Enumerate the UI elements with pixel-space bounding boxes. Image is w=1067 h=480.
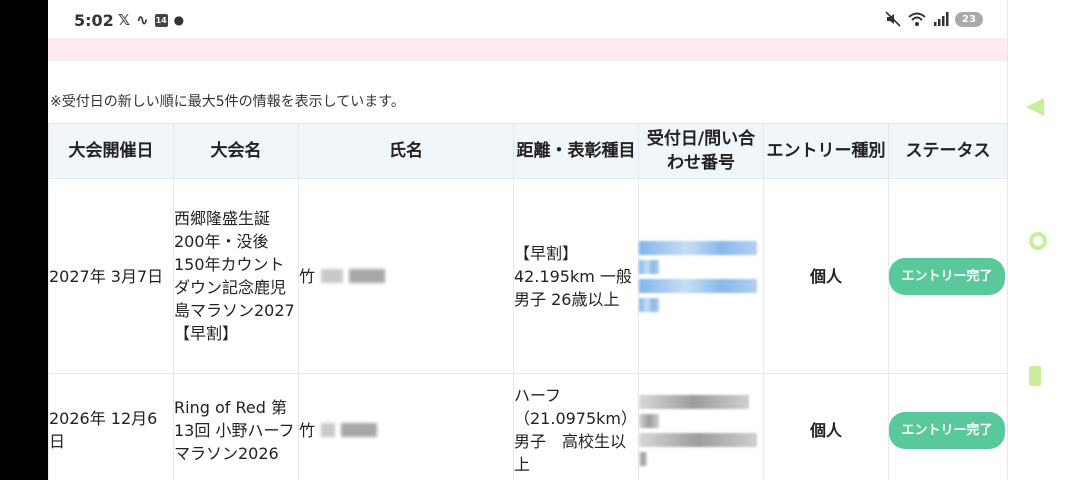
browser-content: 5:02 𝕏 ∿ 14 ● 23 ※受付日の新しい順に最大5件の情報を表示してい… — [48, 0, 1007, 480]
row-name-prefix: 竹 — [299, 266, 316, 286]
row-received-number — [638, 178, 764, 374]
row-name: 竹 — [298, 373, 514, 480]
status-time: 5:02 — [74, 11, 114, 30]
redacted-name-block — [321, 423, 336, 437]
row-entry-type: 個人 — [763, 373, 889, 480]
x-icon: 𝕏 — [118, 11, 131, 29]
table-header-row: 大会開催日 大会名 氏名 距離・表彰種目 受付日/問い合わせ番号 エントリー種別… — [48, 123, 1007, 179]
row-name: 竹 — [298, 178, 514, 374]
redacted-number-line — [639, 278, 757, 293]
row-date: 2027年 3月7日 — [48, 178, 174, 374]
row-status: エントリー完了 — [888, 373, 1007, 480]
redacted-name-block — [349, 269, 386, 283]
status-badge[interactable]: エントリー完了 — [889, 257, 1005, 295]
header-status: ステータス — [888, 123, 1007, 179]
system-icons: 23 — [885, 11, 983, 27]
row-name-prefix: 竹 — [299, 420, 316, 440]
row-event-name: Ring of Red 第13回 小野ハーフマラソン2026 — [173, 373, 299, 480]
row-entry-type: 個人 — [763, 178, 889, 374]
left-black-margin — [0, 0, 48, 480]
header-event-date: 大会開催日 — [48, 123, 174, 179]
redacted-name-block — [321, 269, 344, 283]
row-received-number — [638, 373, 764, 480]
redacted-number-line — [639, 297, 659, 312]
table-row: 2026年 12月6日 Ring of Red 第13回 小野ハーフマラソン20… — [48, 373, 1007, 480]
battery-icon: 23 — [955, 11, 983, 27]
header-entry-type: エントリー種別 — [763, 123, 889, 179]
signal-icon — [934, 12, 949, 26]
row-distance: ハーフ（21.0975km）男子 高校生以上 — [513, 373, 639, 480]
row-status: エントリー完了 — [888, 178, 1007, 374]
status-badge[interactable]: エントリー完了 — [889, 411, 1005, 449]
table-row: 2027年 3月7日 西郷隆盛生誕200年・没後150年カウントダウン記念鹿児島… — [48, 178, 1007, 374]
header-name: 氏名 — [298, 123, 514, 179]
notice-text: ※受付日の新しい順に最大5件の情報を表示しています。 — [50, 94, 405, 110]
redacted-number-line — [639, 394, 749, 409]
redacted-number-line — [639, 259, 659, 274]
redacted-name-block — [341, 423, 378, 437]
header-event-name: 大会名 — [173, 123, 299, 179]
activity-icon: ∿ — [136, 11, 149, 29]
redacted-number-line — [639, 240, 757, 255]
redacted-number-line — [639, 451, 647, 466]
pink-banner — [48, 38, 1007, 61]
more-dot-icon: ● — [173, 13, 185, 27]
back-triangle-icon[interactable] — [1026, 98, 1044, 116]
row-distance: 【早割】42.195km 一般男子 26歳以上 — [513, 178, 639, 374]
row-event-name: 西郷隆盛生誕200年・没後150年カウントダウン記念鹿児島マラソン2027【早割… — [173, 178, 299, 374]
mute-icon — [885, 11, 901, 27]
notification-icons: 𝕏 ∿ 14 ● — [118, 11, 184, 29]
status-bar: 5:02 𝕏 ∿ 14 ● 23 — [48, 0, 1007, 38]
redacted-number-line — [639, 432, 757, 447]
redacted-number-line — [639, 413, 659, 428]
recent-apps-icon[interactable] — [1029, 366, 1041, 386]
row-date: 2026年 12月6日 — [48, 373, 174, 480]
home-circle-icon[interactable] — [1029, 232, 1047, 250]
notification-badge-icon: 14 — [154, 13, 168, 27]
wifi-icon — [908, 12, 926, 26]
header-received-date: 受付日/問い合わせ番号 — [638, 123, 764, 179]
entries-table: 大会開催日 大会名 氏名 距離・表彰種目 受付日/問い合わせ番号 エントリー種別… — [48, 123, 1007, 480]
header-distance: 距離・表彰種目 — [513, 123, 639, 179]
